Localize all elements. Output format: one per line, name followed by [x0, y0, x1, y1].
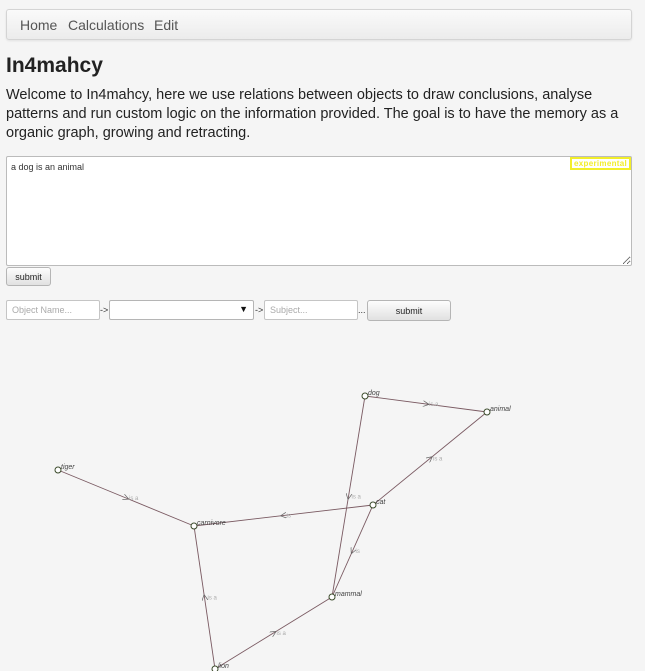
graph-edge-label: is a — [429, 402, 439, 408]
relation-submit-button[interactable]: submit — [367, 300, 451, 321]
graph-node-label: cat — [376, 499, 386, 506]
graph-node-animal[interactable]: animal — [483, 406, 511, 416]
relation-select[interactable]: ▼ — [109, 300, 254, 320]
statement-input-wrap: a dog is an animal experimental — [6, 156, 632, 266]
graph-edge-label: is a — [208, 596, 218, 602]
intro-text: Welcome to In4mahcy, here we use relatio… — [6, 87, 619, 141]
ellipsis-separator: ... — [358, 305, 366, 315]
page-title: In4mahcy — [6, 54, 103, 77]
statement-submit-button[interactable]: submit — [6, 267, 51, 286]
graph-node-label: tiger — [61, 464, 75, 471]
object-name-input[interactable] — [6, 300, 100, 320]
nav-home[interactable]: Home — [20, 17, 57, 33]
navbar: Home Calculations Edit — [6, 9, 632, 40]
graph-edge-label: is — [287, 514, 291, 520]
statement-textarea[interactable]: a dog is an animal — [6, 156, 632, 266]
graph-node-label: dog — [368, 390, 380, 397]
graph-node-carnivore[interactable]: carnivore — [190, 520, 226, 530]
experimental-badge: experimental — [570, 157, 631, 170]
edge-arrow-icon — [120, 496, 126, 498]
edge-arrow-icon — [268, 633, 273, 636]
graph-node-label: lion — [218, 663, 229, 670]
graph-node-label: mammal — [335, 591, 362, 598]
edge-arrow-icon — [420, 403, 426, 404]
arrow-separator: -> — [255, 305, 264, 315]
graph-node-label: carnivore — [197, 520, 226, 527]
subject-input[interactable] — [264, 300, 358, 320]
graph-edge-label: is a — [433, 457, 443, 463]
graph-edge-label: is — [356, 549, 360, 555]
edge-arrow-icon — [205, 598, 206, 604]
graph-edge-label: is a — [352, 495, 362, 501]
arrow-separator: -> — [100, 305, 109, 315]
edge-arrow-icon — [349, 491, 350, 497]
nav-edit[interactable]: Edit — [154, 17, 178, 33]
graph-edge-label: is a — [277, 631, 287, 637]
graph-node-tiger[interactable]: tiger — [54, 464, 75, 474]
edge-arrow-icon — [425, 459, 430, 463]
graph-node-label: animal — [490, 406, 511, 413]
nav-calculations[interactable]: Calculations — [68, 17, 144, 33]
graph-node-cat[interactable]: cat — [369, 499, 386, 509]
knowledge-graph[interactable]: is a is a is a is is a is is a is a dog animal ti… — [0, 330, 645, 671]
dropdown-caret-icon: ▼ — [239, 304, 248, 314]
graph-edge-label: is a — [129, 496, 139, 502]
